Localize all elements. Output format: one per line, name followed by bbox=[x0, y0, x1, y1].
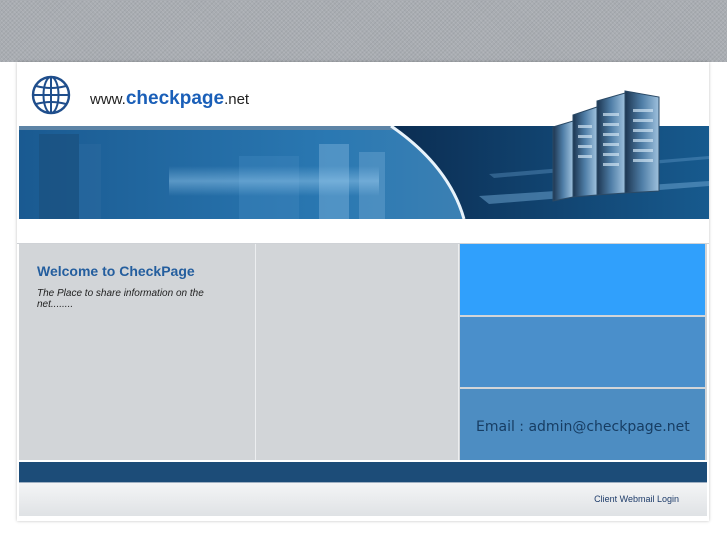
welcome-text: The Place to share information on the ne… bbox=[37, 288, 204, 310]
site-prefix: www. bbox=[90, 91, 126, 108]
client-webmail-login-link[interactable]: Client Webmail Login bbox=[594, 494, 679, 504]
site-name: www.checkpage.net bbox=[90, 88, 249, 110]
blue-box-top bbox=[460, 244, 705, 315]
contact-email: Email : admin@checkpage.net bbox=[476, 419, 690, 435]
separator-strip bbox=[17, 219, 709, 244]
footer-divider-bar bbox=[19, 462, 707, 482]
contact-box: Email : admin@checkpage.net bbox=[460, 389, 705, 460]
welcome-column: Welcome to CheckPage The Place to share … bbox=[19, 244, 256, 460]
footer: Client Webmail Login bbox=[19, 482, 707, 516]
site-domain: checkpage bbox=[125, 88, 225, 109]
top-pattern-band bbox=[0, 0, 727, 62]
globe-icon bbox=[31, 75, 71, 115]
middle-column bbox=[256, 244, 459, 460]
content-panel: Welcome to CheckPage The Place to share … bbox=[19, 244, 707, 460]
page-frame: www.checkpage.net Welcome to CheckPage T… bbox=[17, 62, 709, 521]
server-racks-image bbox=[552, 90, 660, 202]
welcome-title: Welcome to CheckPage bbox=[37, 263, 195, 279]
blue-box-middle bbox=[460, 317, 705, 387]
site-suffix: .net bbox=[224, 91, 250, 108]
